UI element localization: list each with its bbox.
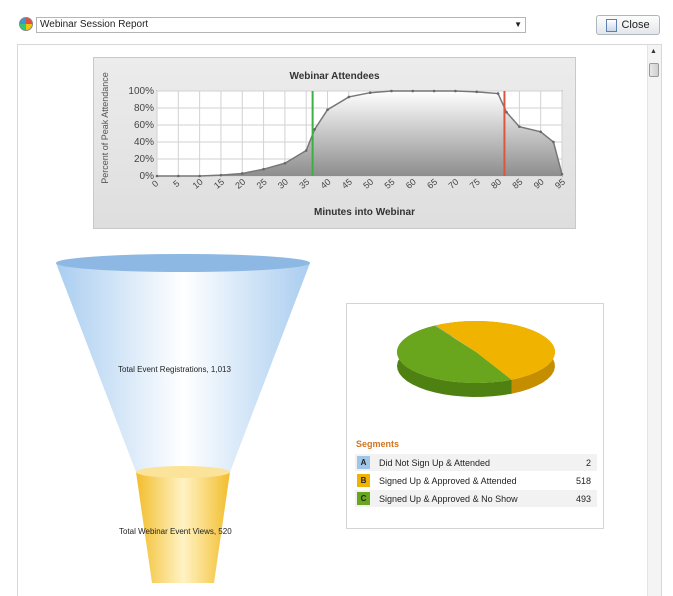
attendance-point (390, 89, 393, 93)
x-tick-label: 50 (361, 177, 375, 191)
scroll-up-icon[interactable]: ▲ (650, 48, 657, 55)
x-tick-label: 60 (404, 177, 418, 191)
attendance-point (496, 92, 500, 95)
segment-row: C Signed Up & Approved & No Show 493 (355, 490, 597, 507)
close-button-label: Close (621, 19, 650, 31)
report-select[interactable]: Webinar Session Report ▼ (36, 17, 526, 33)
report-toolbar: Webinar Session Report ▼ Close (0, 0, 673, 44)
x-tick-label: 70 (446, 177, 460, 191)
attendance-point (475, 90, 479, 94)
scroll-thumb[interactable] (649, 63, 659, 77)
app-globe-icon (19, 17, 33, 31)
attendance-point (505, 110, 508, 114)
segment-row: A Did Not Sign Up & Attended 2 (355, 454, 597, 471)
attendance-point (560, 173, 564, 176)
segments-panel: Segments A Did Not Sign Up & Attended 2 B Si… (346, 303, 604, 529)
segment-letter-badge: A (357, 456, 370, 469)
segment-value: 518 (575, 475, 591, 486)
attendance-point (368, 91, 372, 94)
segment-value: 493 (575, 493, 591, 504)
attendance-point (454, 89, 457, 93)
attendance-point (539, 130, 542, 134)
funnel-mid-rim (136, 466, 230, 478)
segment-row: B Signed Up & Approved & Attended 518 (355, 472, 597, 489)
registration-funnel (56, 254, 310, 583)
x-tick-label: 90 (532, 177, 546, 191)
x-tick-label: 85 (510, 177, 524, 191)
segment-letter-badge: C (357, 492, 370, 505)
attendance-point (411, 89, 415, 93)
segment-label: Signed Up & Approved & Attended (379, 475, 517, 486)
segments-pie-chart (396, 321, 555, 397)
segment-label: Did Not Sign Up & Attended (379, 457, 491, 468)
report-select-value: Webinar Session Report (40, 19, 149, 30)
segment-letter-badge: B (357, 474, 370, 487)
x-tick-label: 80 (489, 177, 503, 191)
x-tick-label: 45 (340, 177, 354, 191)
attendance-point (518, 125, 521, 128)
chevron-down-icon[interactable]: ▼ (514, 18, 522, 32)
x-tick-label: 65 (425, 177, 439, 191)
attendance-point (552, 140, 555, 144)
funnel-label-registrations: Total Event Registrations, 1,013 (118, 365, 231, 374)
segment-label: Signed Up & Approved & No Show (379, 493, 518, 504)
document-icon (606, 18, 618, 32)
segments-title: Segments (356, 439, 400, 449)
funnel-top-rim (56, 254, 310, 272)
vertical-scrollbar[interactable]: ▲ (647, 45, 661, 596)
report-content-frame: Webinar Attendees Percent of Peak Attend… (17, 44, 662, 596)
attendance-point (432, 89, 436, 93)
x-tick-label: 55 (382, 177, 396, 191)
funnel-label-views: Total Webinar Event Views, 520 (119, 527, 232, 536)
attendance-point (347, 95, 351, 99)
x-tick-label: 75 (468, 177, 482, 191)
close-button[interactable]: Close (596, 15, 660, 35)
segment-value: 2 (585, 457, 591, 468)
x-tick-label: 95 (553, 177, 567, 191)
